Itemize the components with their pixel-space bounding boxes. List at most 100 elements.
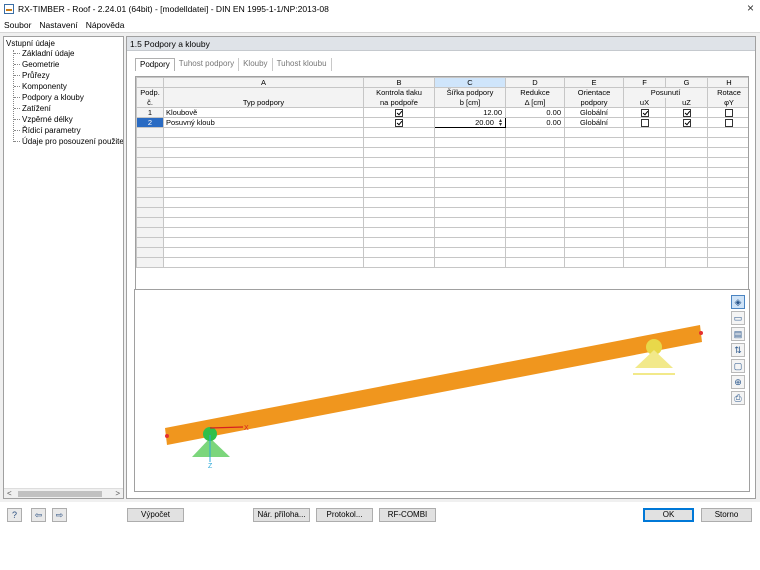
table-cell[interactable]: [665, 167, 708, 179]
table-cell[interactable]: [363, 197, 435, 209]
cell-support-type[interactable]: Kloubově: [163, 106, 364, 119]
table-cell[interactable]: [163, 187, 364, 199]
table-cell[interactable]: [564, 207, 624, 219]
table-cell[interactable]: [163, 207, 364, 219]
table-cell[interactable]: [505, 157, 565, 169]
row-number[interactable]: 2: [136, 117, 164, 129]
row-number[interactable]: 1: [136, 106, 164, 119]
table-cell[interactable]: [363, 227, 435, 239]
table-cell[interactable]: [665, 137, 708, 149]
table-cell[interactable]: [163, 237, 364, 249]
cell-width[interactable]: 12.00: [434, 106, 506, 119]
cell-pressure-check[interactable]: [363, 117, 435, 129]
table-cell[interactable]: [505, 217, 565, 229]
view-3d-icon[interactable]: ◈: [731, 295, 745, 309]
table-cell[interactable]: [363, 177, 435, 189]
table-cell[interactable]: [665, 177, 708, 189]
row-number[interactable]: [136, 127, 164, 139]
table-cell[interactable]: [665, 207, 708, 219]
row-number[interactable]: [136, 137, 164, 149]
table-cell[interactable]: [363, 237, 435, 249]
cell-ux[interactable]: [623, 117, 666, 129]
row-number[interactable]: [136, 207, 164, 219]
table-cell[interactable]: [434, 247, 506, 259]
tree-item-serviceability[interactable]: Údaje pro posouzení použitelnc: [14, 137, 123, 146]
table-cell[interactable]: [434, 157, 506, 169]
table-cell[interactable]: [707, 217, 748, 229]
axes-icon[interactable]: ⇅: [731, 343, 745, 357]
table-cell[interactable]: [707, 147, 748, 159]
table-cell[interactable]: [434, 137, 506, 149]
table-cell[interactable]: [623, 257, 666, 269]
table-cell[interactable]: [505, 207, 565, 219]
table-cell[interactable]: [434, 217, 506, 229]
phiy-checkbox[interactable]: [725, 119, 733, 127]
help-icon[interactable]: ?: [7, 508, 22, 522]
table-cell[interactable]: [434, 207, 506, 219]
national-annex-button[interactable]: Nár. příloha...: [253, 508, 310, 522]
row-number[interactable]: [136, 167, 164, 179]
row-number[interactable]: [136, 197, 164, 209]
table-row-empty[interactable]: [136, 167, 748, 179]
table-cell[interactable]: [564, 177, 624, 189]
row-number[interactable]: [136, 217, 164, 229]
export-icon[interactable]: ⇨: [52, 508, 67, 522]
table-row-empty[interactable]: [136, 237, 748, 249]
cell-uz[interactable]: [665, 117, 708, 129]
table-cell[interactable]: [707, 207, 748, 219]
table-cell[interactable]: [434, 237, 506, 249]
pressure-check-checkbox[interactable]: [395, 109, 403, 117]
scroll-thumb[interactable]: [18, 491, 102, 497]
table-cell[interactable]: [623, 187, 666, 199]
table-cell[interactable]: [665, 197, 708, 209]
box-view-icon[interactable]: ▢: [731, 359, 745, 373]
menu-settings[interactable]: Nastavení: [35, 20, 81, 30]
table-cell[interactable]: [623, 207, 666, 219]
table-cell[interactable]: [505, 257, 565, 269]
table-cell[interactable]: [665, 187, 708, 199]
table-cell[interactable]: [665, 127, 708, 139]
col-letter-f[interactable]: F: [623, 77, 666, 88]
table-row-empty[interactable]: [136, 187, 748, 199]
table-cell[interactable]: [163, 147, 364, 159]
table-cell[interactable]: [707, 167, 748, 179]
table-cell[interactable]: [363, 217, 435, 229]
table-cell[interactable]: [564, 187, 624, 199]
ux-checkbox[interactable]: [640, 109, 649, 117]
col-letter-d[interactable]: D: [505, 77, 565, 88]
uz-checkbox[interactable]: [682, 119, 691, 127]
table-cell[interactable]: [665, 157, 708, 169]
row-number[interactable]: [136, 157, 164, 169]
menu-file[interactable]: Soubor: [0, 20, 35, 30]
table-cell[interactable]: [434, 177, 506, 189]
tab-support-stiffness[interactable]: Tuhost podpory: [175, 58, 240, 71]
cell-phiy[interactable]: [707, 117, 748, 129]
scroll-left-icon[interactable]: <: [7, 489, 12, 498]
table-cell[interactable]: [707, 127, 748, 139]
cell-width-editing[interactable]: 20.00 ▴ ▾: [434, 117, 506, 129]
table-cell[interactable]: [665, 147, 708, 159]
table-cell[interactable]: [623, 137, 666, 149]
table-cell[interactable]: [505, 187, 565, 199]
col-letter-e[interactable]: E: [564, 77, 624, 88]
table-cell[interactable]: [434, 127, 506, 139]
table-cell[interactable]: [707, 237, 748, 249]
scroll-right-icon[interactable]: >: [115, 489, 120, 498]
tree-item-supports[interactable]: Podpory a klouby: [14, 93, 84, 102]
tree-horizontal-scrollbar[interactable]: < >: [4, 488, 123, 498]
col-letter-a[interactable]: A: [163, 77, 364, 88]
col-letter-g[interactable]: G: [665, 77, 708, 88]
table-cell[interactable]: [163, 197, 364, 209]
table-cell[interactable]: [363, 247, 435, 259]
table-cell[interactable]: [163, 177, 364, 189]
tree-item-components[interactable]: Komponenty: [14, 82, 67, 91]
table-cell[interactable]: [665, 237, 708, 249]
table-cell[interactable]: [363, 127, 435, 139]
width-input[interactable]: 20.00: [475, 119, 494, 127]
col-letter-b[interactable]: B: [363, 77, 435, 88]
tab-hinges[interactable]: Klouby: [239, 58, 273, 71]
table-cell[interactable]: [163, 167, 364, 179]
row-number[interactable]: [136, 237, 164, 249]
table-cell[interactable]: [363, 207, 435, 219]
table-cell[interactable]: [163, 227, 364, 239]
